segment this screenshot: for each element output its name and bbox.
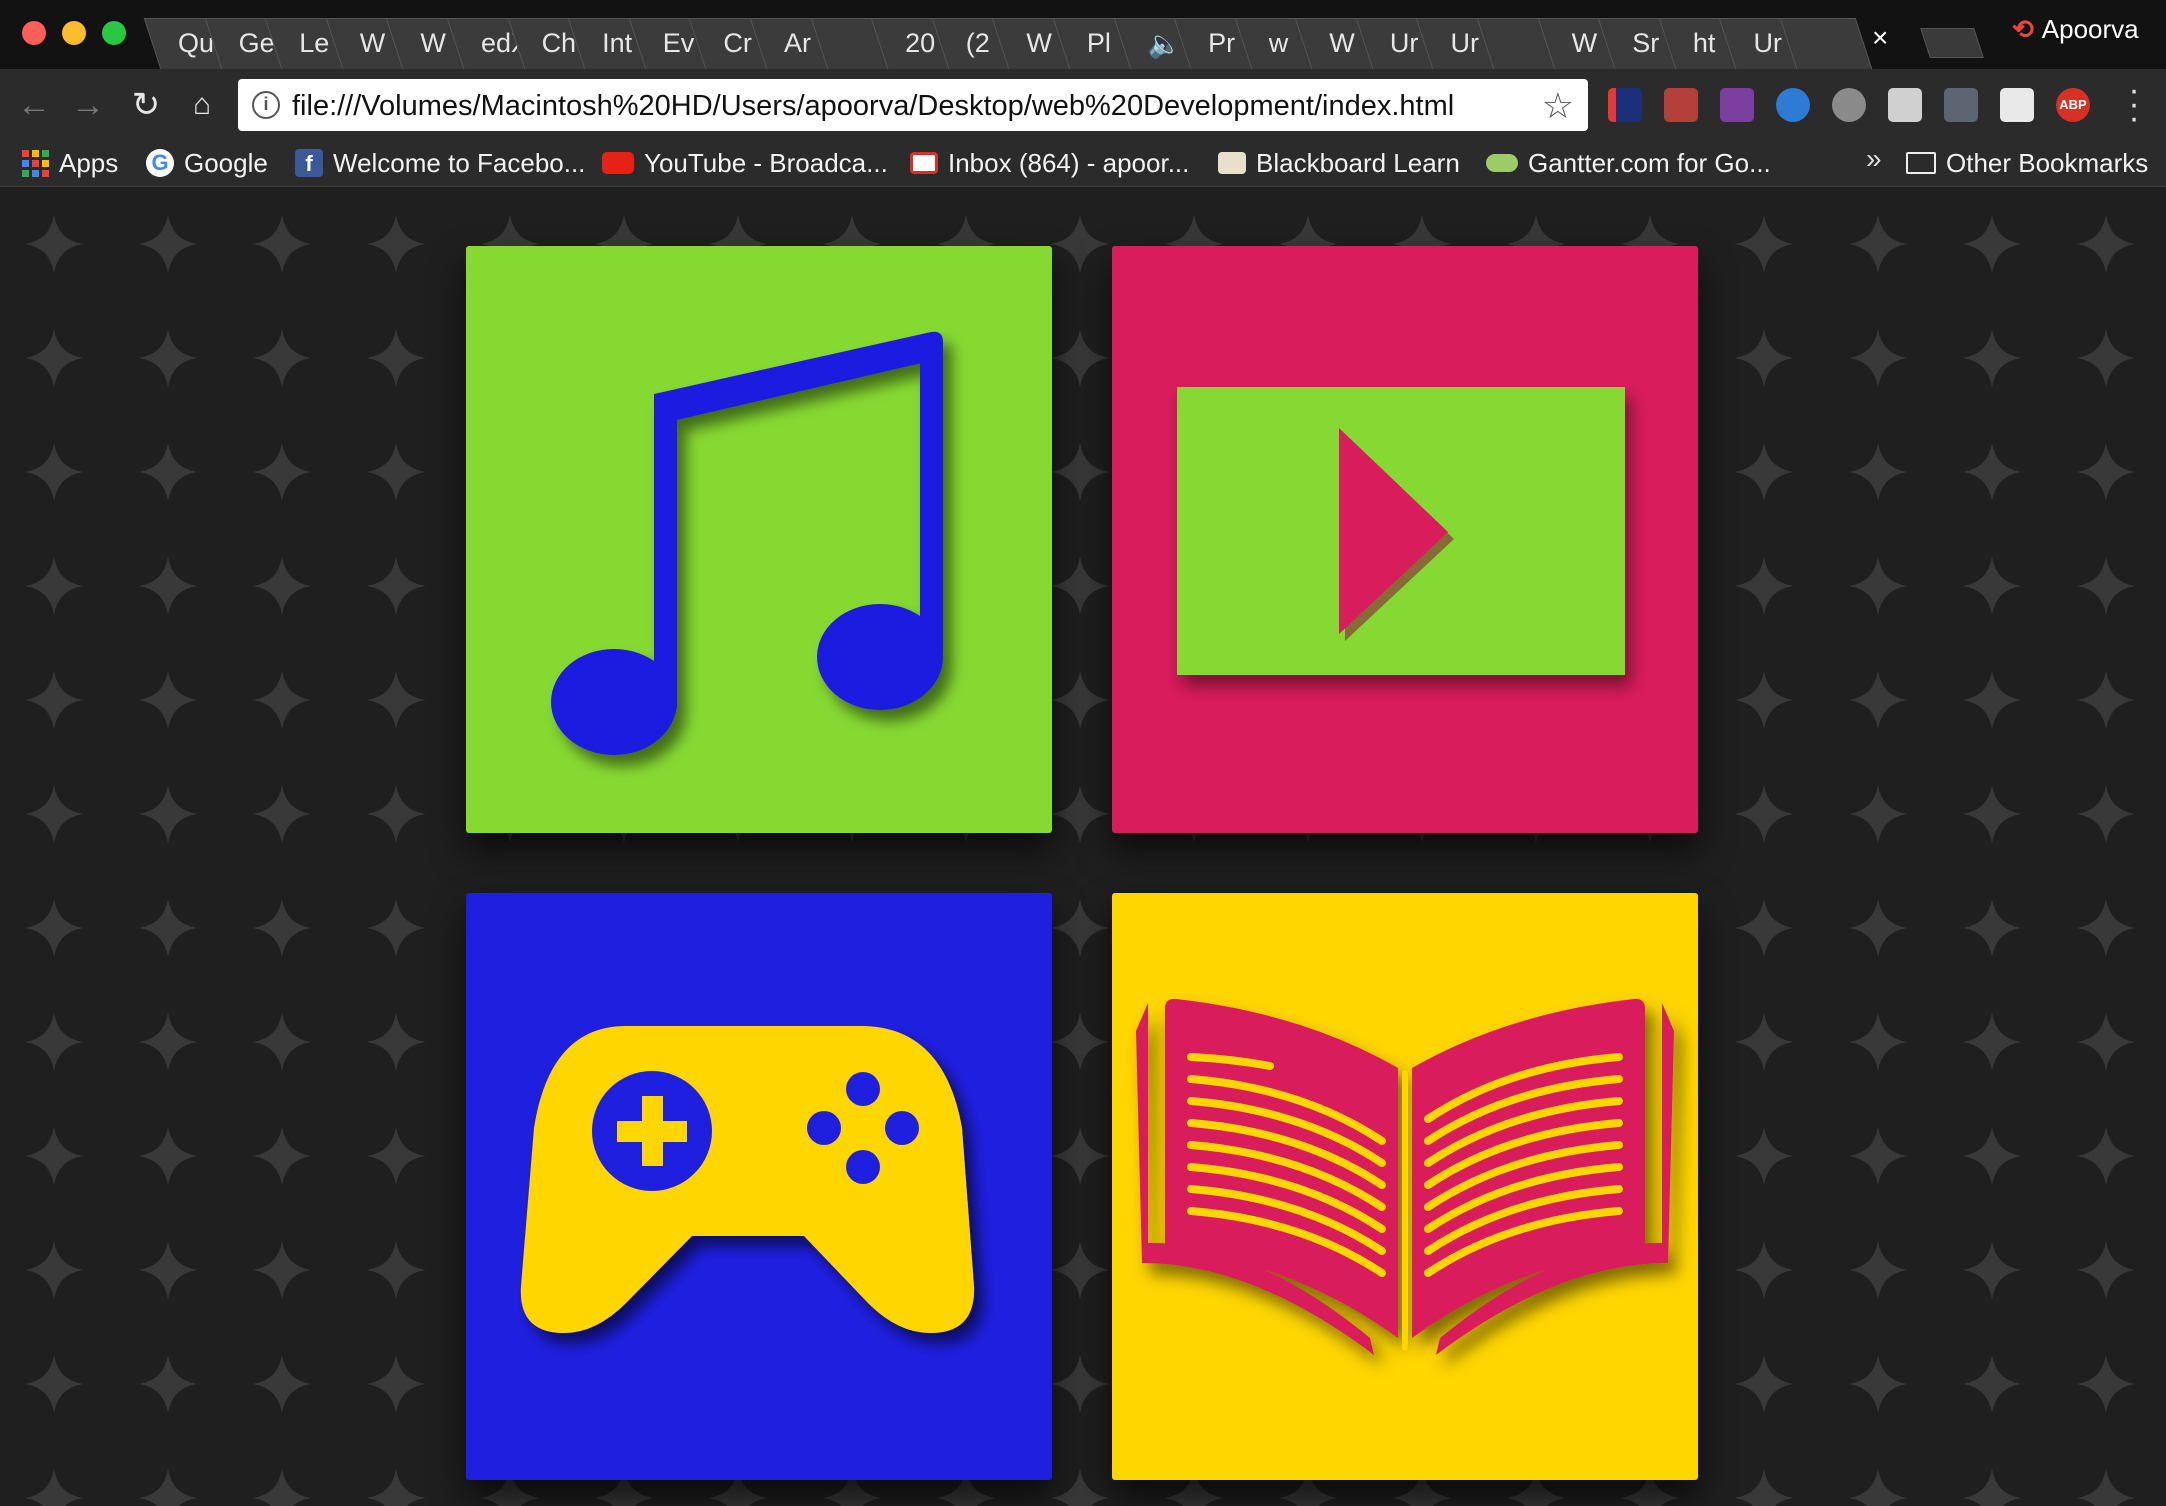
bookmark-apps[interactable]: Apps — [22, 143, 118, 183]
star-pattern-background — [0, 188, 2166, 1506]
tab-strip: QuGeLeWWedXChIntEvCrAr20(2WPl🔈PrwWUrUrWS… — [0, 0, 2166, 69]
folder-icon — [1906, 152, 1936, 174]
bookmark-label: Gantter.com for Go... — [1528, 147, 1771, 178]
back-arrow-icon[interactable]: ← — [14, 85, 54, 125]
menu-icon[interactable]: · · · — [2124, 73, 2144, 135]
music-note-icon — [551, 331, 943, 755]
bookmark-label: Apps — [59, 147, 119, 178]
gmail-icon — [910, 152, 938, 174]
bookmark-label: Other Bookmarks — [1946, 147, 2149, 178]
blackboard-icon — [1218, 152, 1246, 174]
sync-error-icon: ⟲ — [2012, 14, 2034, 44]
profile-button[interactable]: ⟲ Apoorva — [2012, 14, 2139, 45]
extension-icon-2[interactable] — [1664, 88, 1698, 122]
bookmark-blackboard[interactable]: Blackboard Learn — [1218, 143, 1460, 183]
extension-icon-8[interactable] — [2000, 88, 2034, 122]
bookmark-label: Welcome to Facebo... — [333, 147, 586, 178]
extension-icon-1[interactable] — [1608, 88, 1642, 122]
open-book-icon — [1136, 998, 1674, 1355]
extension-icon-6[interactable] — [1888, 88, 1922, 122]
bookmark-youtube[interactable]: YouTube - Broadca... — [602, 143, 888, 183]
extension-icon-5[interactable] — [1832, 88, 1866, 122]
bookmarks-overflow-button[interactable]: » — [1866, 143, 1882, 175]
bookmark-gmail[interactable]: Inbox (864) - apoor... — [910, 143, 1189, 183]
bookmark-star-icon[interactable]: ☆ — [1542, 85, 1574, 127]
bookmark-facebook[interactable]: f Welcome to Facebo... — [295, 143, 585, 183]
address-bar[interactable]: i file:///Volumes/Macintosh%20HD/Users/a… — [238, 79, 1588, 131]
page-content — [0, 188, 2166, 1506]
url-text[interactable]: file:///Volumes/Macintosh%20HD/Users/apo… — [292, 90, 1454, 123]
cloud-icon — [1486, 154, 1518, 172]
profile-name: Apoorva — [2041, 14, 2139, 44]
minimize-window-button[interactable] — [62, 21, 86, 45]
other-bookmarks[interactable]: Other Bookmarks — [1906, 143, 2148, 183]
extension-icon-3[interactable] — [1720, 88, 1754, 122]
google-icon: G — [146, 149, 174, 177]
extension-icon-7[interactable] — [1944, 88, 1978, 122]
apps-grid-icon — [22, 149, 49, 177]
site-info-icon[interactable]: i — [252, 91, 280, 119]
video-tile[interactable] — [1112, 246, 1698, 833]
home-icon[interactable]: ⌂ — [182, 85, 222, 125]
play-video-icon — [1177, 387, 1625, 675]
tab-background — [1779, 18, 1873, 69]
new-tab-button[interactable] — [1920, 28, 1984, 58]
tabs: QuGeLeWWedXChIntEvCrAr20(2WPl🔈PrwWUrUrWS… — [143, 10, 1873, 69]
book-tile[interactable] — [1112, 893, 1698, 1480]
facebook-icon: f — [295, 149, 323, 177]
gamepad-icon — [520, 1026, 975, 1333]
browser-toolbar: ← → ↻ ⌂ i file:///Volumes/Macintosh%20HD… — [0, 69, 2166, 139]
adblock-icon[interactable]: ABP — [2056, 88, 2090, 122]
extension-icon-4[interactable] — [1776, 88, 1810, 122]
bookmark-gantter[interactable]: Gantter.com for Go... — [1486, 143, 1771, 183]
bookmark-label: Google — [184, 147, 268, 178]
forward-arrow-icon[interactable]: → — [68, 85, 108, 125]
bookmark-label: YouTube - Broadca... — [644, 147, 888, 178]
youtube-icon — [602, 152, 634, 174]
game-tile[interactable] — [466, 893, 1052, 1480]
bookmarks-bar: Apps G Google f Welcome to Facebo... You… — [0, 139, 2166, 187]
bookmark-google[interactable]: G Google — [146, 143, 268, 183]
bookmark-label: Inbox (864) - apoor... — [948, 147, 1190, 178]
bookmark-label: Blackboard Learn — [1256, 147, 1460, 178]
zoom-window-button[interactable] — [102, 21, 126, 45]
music-tile[interactable] — [466, 246, 1052, 833]
close-tab-button[interactable]: × — [1872, 22, 1888, 54]
close-window-button[interactable] — [22, 21, 46, 45]
reload-icon[interactable]: ↻ — [126, 85, 166, 125]
browser-tab[interactable] — [1779, 10, 1873, 69]
